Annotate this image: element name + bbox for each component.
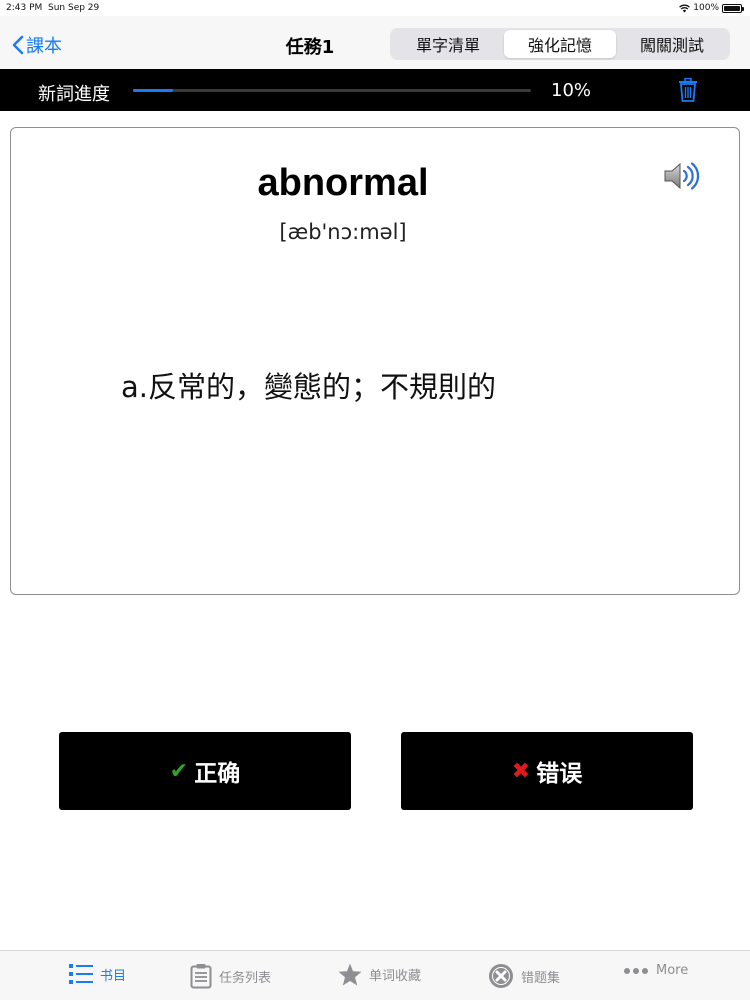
star-icon (338, 963, 362, 986)
phonetic-transcription: [æb'nɔ:məl] (279, 220, 407, 244)
status-date: Sun Sep 29 (48, 3, 100, 13)
speaker-icon (664, 162, 700, 190)
tab-mistakes-label: 错题集 (521, 970, 561, 986)
list-icon (69, 964, 93, 984)
vocabulary-word: abnormal (257, 162, 429, 204)
wrong-button[interactable]: ✖ 错误 (401, 732, 693, 810)
progress-row: 新詞進度 10% (0, 69, 750, 111)
progress-percent: 10% (551, 80, 592, 101)
segment-reinforce-memory[interactable]: 強化記憶 (504, 30, 616, 58)
battery-icon (722, 3, 744, 13)
segment-level-test[interactable]: 闖關測試 (616, 30, 728, 58)
pronounce-button[interactable] (663, 161, 701, 195)
correct-button[interactable]: ✔ 正确 (59, 732, 351, 810)
back-button[interactable]: 課本 (12, 32, 62, 58)
navigation-bar: 課本 任務1 單字清單 強化記憶 闖關測試 (0, 16, 750, 69)
correct-label: 正确 (194, 761, 241, 787)
tab-bookshelf-label: 书目 (100, 968, 127, 984)
tab-more-label: More (656, 963, 689, 978)
chevron-left-icon (12, 35, 24, 55)
check-icon: ✔ (169, 758, 189, 784)
progress-fill (133, 89, 173, 92)
cross-icon: ✖ (511, 758, 531, 784)
mode-segmented-control: 單字清單 強化記憶 闖關測試 (390, 28, 730, 60)
status-time: 2:43 PM (6, 3, 43, 13)
wifi-icon (679, 4, 691, 12)
segment-word-list[interactable]: 單字清單 (392, 30, 504, 58)
battery-percent: 100% (693, 3, 719, 13)
back-label: 課本 (26, 36, 62, 57)
status-indicators: 100% (679, 3, 744, 13)
tab-more[interactable]: More (623, 963, 688, 978)
tab-favorites[interactable]: 单词收藏 (338, 963, 421, 986)
tab-favorites-label: 单词收藏 (369, 969, 422, 984)
tab-task-list[interactable]: 任务列表 (190, 963, 271, 989)
tab-task-list-label: 任务列表 (219, 970, 272, 986)
page-title: 任務1 (285, 37, 335, 58)
progress-track (133, 89, 531, 92)
status-bar: 2:43 PM Sun Sep 29 100% (0, 0, 750, 16)
tab-bar: 书目 任务列表 单词收藏 错题集 More (0, 950, 750, 1000)
trash-icon (679, 77, 697, 102)
x-circle-icon (489, 964, 513, 988)
tab-mistakes[interactable]: 错题集 (488, 963, 560, 989)
wrong-label: 错误 (536, 761, 583, 787)
clipboard-icon (190, 964, 212, 989)
more-icon (624, 967, 648, 974)
word-definition: a.反常的，變態的；不規則的 (121, 370, 496, 404)
flashcard: abnormal [æb'nɔ:məl] a.反常的，變態的；不規則的 (10, 127, 740, 595)
progress-label: 新詞進度 (38, 84, 110, 105)
tab-bookshelf[interactable]: 书目 (69, 963, 126, 985)
delete-button[interactable] (678, 77, 698, 106)
